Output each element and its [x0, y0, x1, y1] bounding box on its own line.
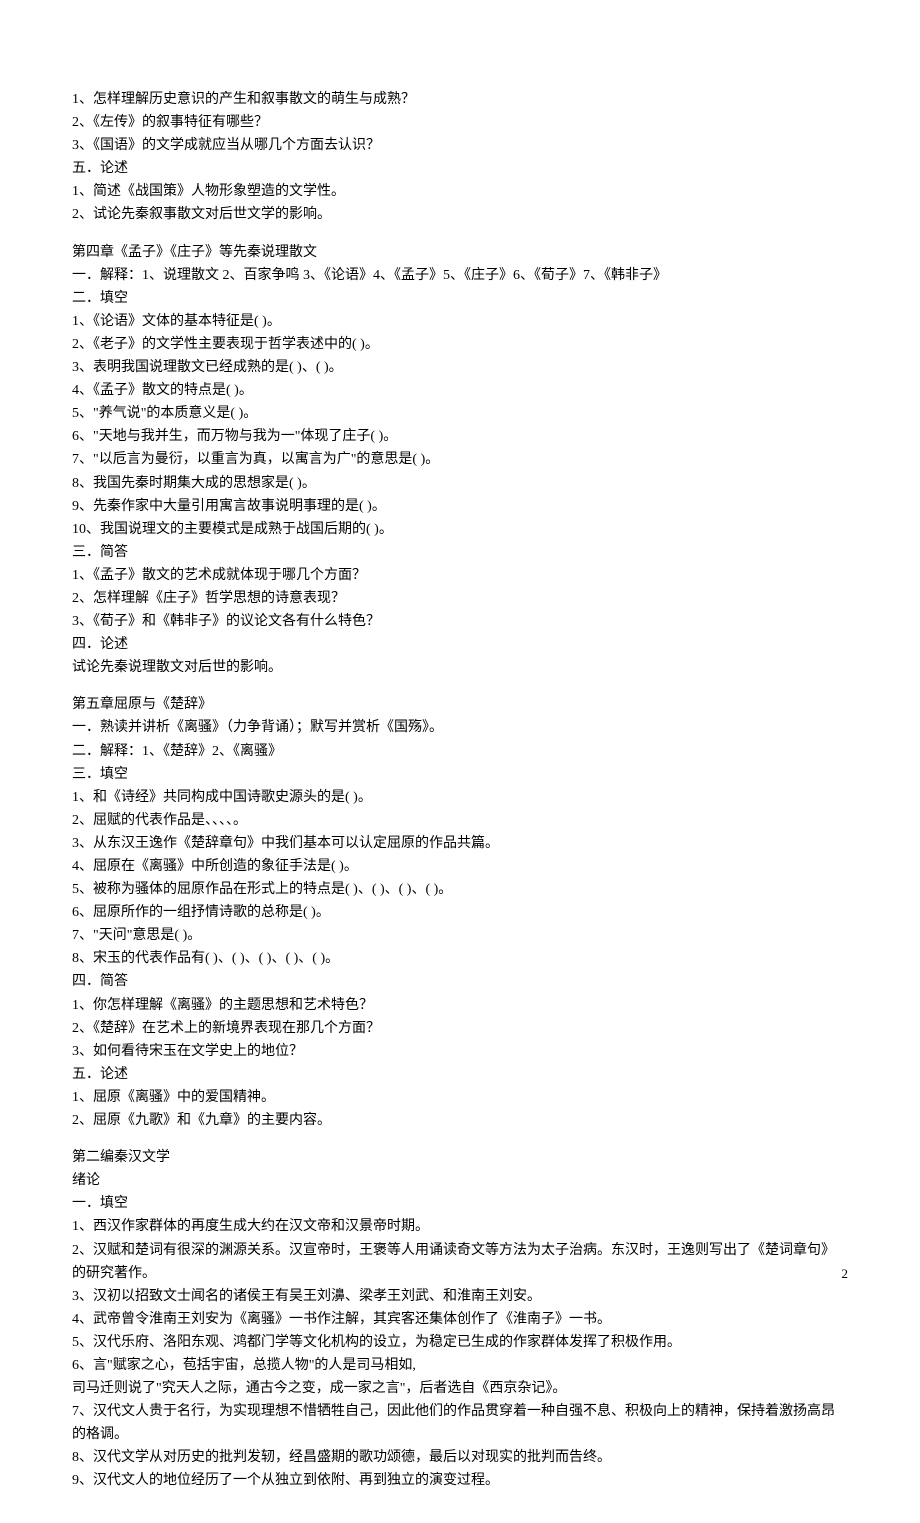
- text-line: 8、汉代文学从对历史的批判发轫，经昌盛期的歌功颂德，最后以对现实的批判而告终。: [72, 1446, 848, 1469]
- section-heading: 二．解释：1、《楚辞》2、《离骚》: [72, 740, 848, 763]
- text-line: 2、《楚辞》在艺术上的新境界表现在那几个方面？: [72, 1017, 848, 1040]
- section-heading: 一．熟读并讲析《离骚》（力争背诵）；默写并赏析《国殇》。: [72, 716, 848, 739]
- page-number: 2: [842, 1263, 849, 1284]
- section-heading: 一．解释：1、说理散文 2、百家争鸣 3、《论语》4、《孟子》5、《庄子》6、《…: [72, 264, 848, 287]
- fill-blank: 4、屈原在《离骚》中所创造的象征手法是( )。: [72, 855, 848, 878]
- text-line: 9、汉代文人的地位经历了一个从独立到依附、再到独立的演变过程。: [72, 1469, 848, 1492]
- fill-blank: 6、"天地与我并生，而万物与我为一"体现了庄子( )。: [72, 425, 848, 448]
- text-line: 1、《孟子》散文的艺术成就体现于哪几个方面？: [72, 564, 848, 587]
- text-line: 2、屈原《九歌》和《九章》的主要内容。: [72, 1109, 848, 1132]
- fill-blank: 8、我国先秦时期集大成的思想家是( )。: [72, 472, 848, 495]
- fill-blank: 6、屈原所作的一组抒情诗歌的总称是( )。: [72, 901, 848, 924]
- fill-blank: 1、《论语》文体的基本特征是( )。: [72, 310, 848, 333]
- part-title: 第二编秦汉文学: [72, 1146, 848, 1169]
- text-line: 3、《荀子》和《韩非子》的议论文各有什么特色？: [72, 610, 848, 633]
- section-heading: 一．填空: [72, 1192, 848, 1215]
- text-line: 2、《左传》的叙事特征有哪些？: [72, 111, 848, 134]
- sub-title: 绪论: [72, 1169, 848, 1192]
- fill-blank: 2、《老子》的文学性主要表现于哲学表述中的( )。: [72, 333, 848, 356]
- blank-line: [72, 679, 848, 693]
- text-line: 3、汉初以招致文士闻名的诸侯王有吴王刘濞、梁孝王刘武、和淮南王刘安。: [72, 1285, 848, 1308]
- text-line: 2、怎样理解《庄子》哲学思想的诗意表现？: [72, 587, 848, 610]
- text-line: 5、汉代乐府、洛阳东观、鸿都门学等文化机构的设立，为稳定已生成的作家群体发挥了积…: [72, 1331, 848, 1354]
- section-heading: 二．填空: [72, 287, 848, 310]
- blank-line: [72, 1132, 848, 1146]
- fill-blank: 7、"以卮言为曼衍，以重言为真，以寓言为广"的意思是( )。: [72, 448, 848, 471]
- text-line: 4、武帝曾令淮南王刘安为《离骚》一书作注解，其宾客还集体创作了《淮南子》一书。: [72, 1308, 848, 1331]
- blank-line: [72, 227, 848, 241]
- fill-blank: 3、从东汉王逸作《楚辞章句》中我们基本可以认定屈原的作品共篇。: [72, 832, 848, 855]
- section-heading: 三．简答: [72, 541, 848, 564]
- section-heading: 五．论述: [72, 157, 848, 180]
- fill-blank: 7、"天问"意思是( )。: [72, 924, 848, 947]
- fill-blank: 3、表明我国说理散文已经成熟的是( )、( )。: [72, 356, 848, 379]
- section-heading: 四．论述: [72, 633, 848, 656]
- chapter-title: 第四章《孟子》《庄子》等先秦说理散文: [72, 241, 848, 264]
- fill-blank: 5、被称为骚体的屈原作品在形式上的特点是( )、( )、( )、( )。: [72, 878, 848, 901]
- fill-blank: 1、和《诗经》共同构成中国诗歌史源头的是( )。: [72, 786, 848, 809]
- chapter-title: 第五章屈原与《楚辞》: [72, 693, 848, 716]
- text-line: 7、汉代文人贵于名行，为实现理想不惜牺牲自己，因此他们的作品贯穿着一种自强不息、…: [72, 1400, 848, 1446]
- text-line: 1、西汉作家群体的再度生成大约在汉文帝和汉景帝时期。: [72, 1215, 848, 1238]
- section-heading: 五．论述: [72, 1063, 848, 1086]
- fill-blank: 10、我国说理文的主要模式是成熟于战国后期的( )。: [72, 518, 848, 541]
- text-line: 1、怎样理解历史意识的产生和叙事散文的萌生与成熟？: [72, 88, 848, 111]
- text-line: 3、如何看待宋玉在文学史上的地位？: [72, 1040, 848, 1063]
- fill-blank: 5、"养气说"的本质意义是( )。: [72, 402, 848, 425]
- section-heading: 四．简答: [72, 970, 848, 993]
- text-line: 3、《国语》的文学成就应当从哪几个方面去认识？: [72, 134, 848, 157]
- text-line: 6、言"赋家之心，苞括宇宙，总揽人物"的人是司马相如,: [72, 1354, 848, 1377]
- fill-blank: 8、宋玉的代表作品有( )、( )、( )、( )、( )。: [72, 947, 848, 970]
- text-line: 1、屈原《离骚》中的爱国精神。: [72, 1086, 848, 1109]
- fill-blank: 2、屈赋的代表作品是、、、、。: [72, 809, 848, 832]
- text-line: 1、简述《战国策》人物形象塑造的文学性。: [72, 180, 848, 203]
- text-line: 司马迁则说了"究天人之际，通古今之变，成一家之言"，后者选自《西京杂记》。: [72, 1377, 848, 1400]
- fill-blank: 9、先秦作家中大量引用寓言故事说明事理的是( )。: [72, 495, 848, 518]
- section-heading: 三．填空: [72, 763, 848, 786]
- text-line: 试论先秦说理散文对后世的影响。: [72, 656, 848, 679]
- text-line: 2、汉赋和楚词有很深的渊源关系。汉宣帝时，王褒等人用诵读奇文等方法为太子治病。东…: [72, 1239, 848, 1285]
- fill-blank: 4、《孟子》散文的特点是( )。: [72, 379, 848, 402]
- text-line: 1、你怎样理解《离骚》的主题思想和艺术特色？: [72, 994, 848, 1017]
- text-line: 2、试论先秦叙事散文对后世文学的影响。: [72, 203, 848, 226]
